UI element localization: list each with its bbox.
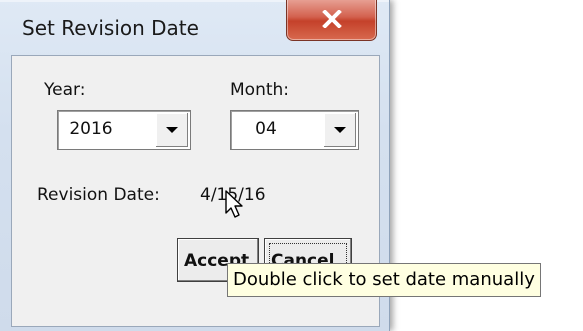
dialog-title: Set Revision Date [22,16,199,40]
close-button[interactable] [286,0,377,41]
month-value: 04 [255,119,277,139]
chevron-down-icon [166,127,178,133]
mouse-cursor-icon [225,190,247,224]
close-icon [321,10,342,28]
chevron-down-icon [334,127,346,133]
year-value: 2016 [69,119,113,139]
month-dropdown-button[interactable] [323,113,356,147]
year-label: Year: [44,80,86,100]
month-dropdown[interactable]: 04 [230,110,359,150]
month-label: Month: [230,80,290,100]
year-dropdown[interactable]: 2016 [57,110,191,150]
year-dropdown-button[interactable] [155,113,188,147]
revision-date-label: Revision Date: [37,185,160,205]
tooltip: Double click to set date manually [227,263,541,297]
